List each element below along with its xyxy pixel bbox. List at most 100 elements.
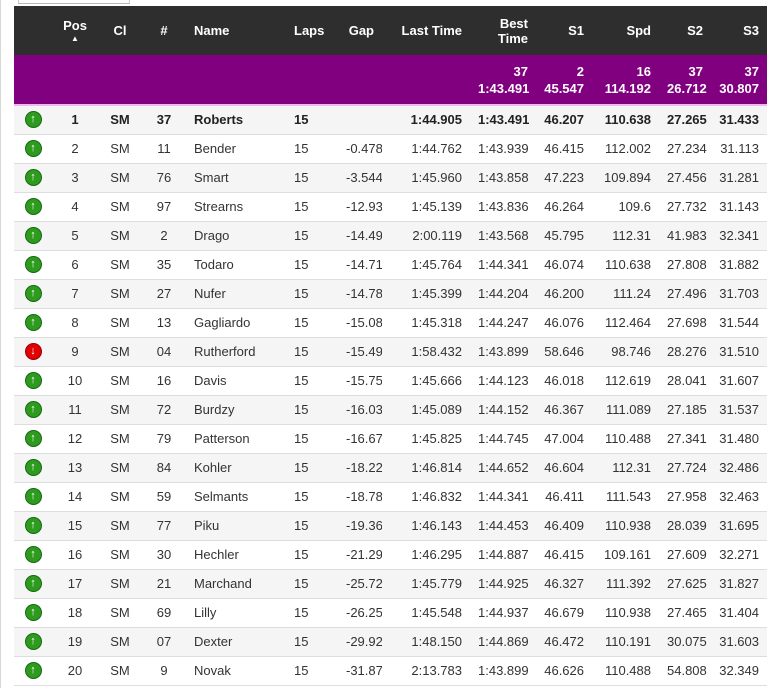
table-row[interactable]: ↑ 2 SM 11 Bender 15 -0.478 1:44.762 1:43.939 46.4… xyxy=(14,134,767,164)
car-number-cell: 11 xyxy=(142,134,186,164)
s2-cell: 27.496 xyxy=(659,279,711,309)
table-row[interactable]: ↑ 11SM72Burdzy15-16.0361:45.0891:44.15246… xyxy=(14,395,767,425)
laps-cell: 15 xyxy=(286,221,338,251)
class-cell: SM xyxy=(98,221,142,251)
table-row[interactable]: ↑ 7SM27Nufer15-14.7841:45.3991:44.20446.2… xyxy=(14,279,767,309)
laps-cell: 15 xyxy=(286,540,338,570)
column-header-spd[interactable]: Spd xyxy=(592,6,659,55)
s1-cell: 46.604 xyxy=(536,453,592,483)
table-row[interactable]: ↑ 14SM59Selmants15-18.7801:46.8321:44.341… xyxy=(14,482,767,512)
s2-cell: 27.265 xyxy=(659,105,711,135)
summary-empty-cell xyxy=(52,55,98,106)
partial-tab-edge xyxy=(18,0,130,4)
spd-cell: 111.392 xyxy=(592,569,659,599)
s3-cell: 31.510 xyxy=(711,337,767,367)
driver-name-cell: Piku xyxy=(186,511,286,541)
s3-cell: 31.882 xyxy=(711,250,767,280)
table-row[interactable]: ↑ 1 SM 37 Roberts 15 1:44.905 1:43.491 46.207 110… xyxy=(14,105,767,135)
car-number-cell: 35 xyxy=(142,250,186,280)
spd-cell: 110.938 xyxy=(592,511,659,541)
summary-best-s1: 2 45.547 xyxy=(536,55,592,106)
spd-cell: 112.31 xyxy=(592,453,659,483)
laps-cell: 15 xyxy=(286,337,338,367)
spd-cell: 111.089 xyxy=(592,395,659,425)
table-row[interactable]: ↓ 9SM04Rutherford15-15.4951:58.4321:43.89… xyxy=(14,337,767,367)
best-time-cell: 1:44.453 xyxy=(470,511,536,541)
column-header-name[interactable]: Name xyxy=(186,6,286,55)
s3-cell: 31.433 xyxy=(711,105,767,135)
column-header-num[interactable]: # xyxy=(142,6,186,55)
gap-cell: -26.255 xyxy=(338,598,382,628)
pos-cell: 18 xyxy=(52,598,98,628)
table-row[interactable]: ↑ 5SM2Drago15-14.4932:00.1191:43.56845.79… xyxy=(14,221,767,251)
results-body: ↑ 1 SM 37 Roberts 15 1:44.905 1:43.491 46.207 110… xyxy=(14,105,767,686)
gap-cell: -14.493 xyxy=(338,221,382,251)
column-header-laps[interactable]: Laps xyxy=(286,6,338,55)
table-row[interactable]: ↑ 4SM97Strearns15-12.9391:45.1391:43.8364… xyxy=(14,192,767,222)
table-row[interactable]: ↑ 13SM84Kohler15-18.2221:46.8141:44.65246… xyxy=(14,453,767,483)
driver-name-cell: Dexter xyxy=(186,627,286,657)
table-row[interactable]: ↑ 6SM35Todaro15-14.7101:45.7641:44.34146.… xyxy=(14,250,767,280)
s2-cell: 27.185 xyxy=(659,395,711,425)
position-up-icon: ↑ xyxy=(24,459,42,477)
column-header-pos[interactable]: Pos ▲ xyxy=(52,6,98,55)
table-row[interactable]: ↑ 12SM79Patterson15-16.6761:45.8251:44.74… xyxy=(14,424,767,454)
summary-s2-value: 26.712 xyxy=(667,80,707,96)
s1-cell: 46.409 xyxy=(536,511,592,541)
s1-cell: 46.411 xyxy=(536,482,592,512)
spd-cell: 98.746 xyxy=(592,337,659,367)
gap-cell: -16.676 xyxy=(338,424,382,454)
pos-cell: 8 xyxy=(52,308,98,338)
s1-cell: 47.004 xyxy=(536,424,592,454)
table-row[interactable]: ↑ 8SM13Gagliardo15-15.0851:45.3181:44.247… xyxy=(14,308,767,338)
column-header-s1[interactable]: S1 xyxy=(536,6,592,55)
spd-cell: 111.24 xyxy=(592,279,659,309)
pos-cell: 4 xyxy=(52,192,98,222)
s3-cell: 31.544 xyxy=(711,308,767,338)
laps-cell: 15 xyxy=(286,279,338,309)
car-number-cell: 76 xyxy=(142,163,186,193)
car-number-cell: 37 xyxy=(142,105,186,135)
table-row[interactable]: ↑ 10SM16Davis15-15.7551:45.6661:44.12346.… xyxy=(14,366,767,396)
table-row[interactable]: ↑ 19SM07Dexter15-29.9211:48.1501:44.86946… xyxy=(14,627,767,657)
position-down-icon: ↓ xyxy=(24,343,42,361)
position-up-icon: ↑ xyxy=(24,488,42,506)
last-time-cell: 1:45.825 xyxy=(382,424,470,454)
s2-cell: 30.075 xyxy=(659,627,711,657)
s3-cell: 31.827 xyxy=(711,569,767,599)
spd-cell: 110.638 xyxy=(592,250,659,280)
column-header-s2[interactable]: S2 xyxy=(659,6,711,55)
summary-best-spd: 16 114.192 xyxy=(592,55,659,106)
class-cell: SM xyxy=(98,134,142,164)
trend-cell: ↑ xyxy=(14,453,52,483)
table-row[interactable]: ↑15SM77Piku15-19.3671:46.1431:44.45346.4… xyxy=(14,511,767,541)
car-number-cell: 04 xyxy=(142,337,186,367)
column-header-last-time[interactable]: Last Time xyxy=(382,6,470,55)
s2-cell: 27.625 xyxy=(659,569,711,599)
position-up-icon: ↑ xyxy=(24,604,42,622)
laps-cell: 15 xyxy=(286,250,338,280)
table-row[interactable]: ↑ 20SM9Novak15-31.8712:13.7831:43.89946.6… xyxy=(14,656,767,686)
column-header-best-time[interactable]: Best Time xyxy=(470,6,536,55)
last-time-cell: 1:45.960 xyxy=(382,163,470,193)
spd-cell: 109.894 xyxy=(592,163,659,193)
table-row[interactable]: ↑ 17SM21Marchand15-25.7251:45.7791:44.925… xyxy=(14,569,767,599)
trend-cell: ↑ xyxy=(14,424,52,454)
column-header-cl[interactable]: Cl xyxy=(98,6,142,55)
column-header-s3[interactable]: S3 xyxy=(711,6,767,55)
trend-cell: ↑ xyxy=(14,482,52,512)
table-row[interactable]: ↑ 3 SM 76 Smart 15 -3.544 1:45.960 1:43.858 47.22… xyxy=(14,163,767,193)
table-row[interactable]: ↑ 16SM30Hechler15-21.2971:46.2951:44.8874… xyxy=(14,540,767,570)
driver-name-cell: Todaro xyxy=(186,250,286,280)
s3-cell: 32.341 xyxy=(711,221,767,251)
s3-cell: 32.463 xyxy=(711,482,767,512)
best-time-cell: 1:43.568 xyxy=(470,221,536,251)
summary-s3-lap: 37 xyxy=(744,63,759,79)
column-header-gap[interactable]: Gap xyxy=(338,6,382,55)
car-number-cell: 9 xyxy=(142,656,186,686)
s1-cell: 45.795 xyxy=(536,221,592,251)
table-row[interactable]: ↑ 18SM69Lilly15-26.2551:45.5481:44.93746.… xyxy=(14,598,767,628)
position-up-icon: ↑ xyxy=(24,140,42,158)
s1-cell: 46.074 xyxy=(536,250,592,280)
best-time-cell: 1:44.123 xyxy=(470,366,536,396)
